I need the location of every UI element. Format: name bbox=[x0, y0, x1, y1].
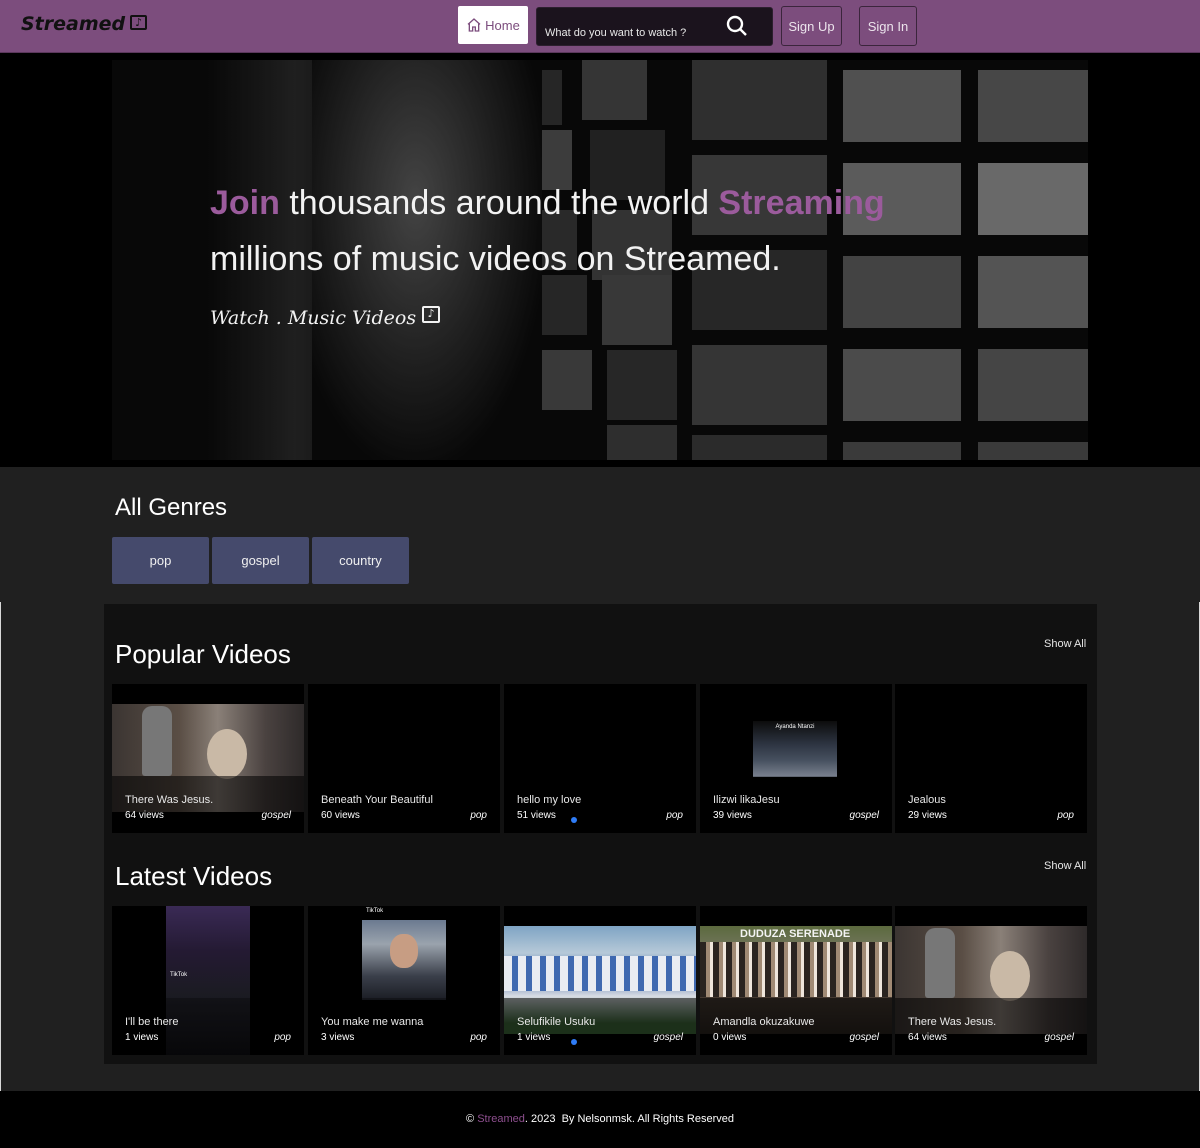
video-views: 1 views bbox=[517, 1032, 551, 1043]
video-card[interactable]: Jealous 29 views pop bbox=[895, 684, 1087, 833]
video-card[interactable]: There Was Jesus. 64 views gospel bbox=[895, 906, 1087, 1055]
search-box bbox=[536, 7, 773, 46]
video-card[interactable]: hello my love 51 views pop bbox=[504, 684, 696, 833]
loading-indicator-dot bbox=[571, 1039, 577, 1045]
search-input[interactable] bbox=[537, 8, 717, 45]
video-views: 60 views bbox=[321, 810, 360, 821]
video-card[interactable]: TikTok I'll be there 1 views pop bbox=[112, 906, 304, 1055]
video-views: 64 views bbox=[125, 810, 164, 821]
video-genre: gospel bbox=[653, 1032, 683, 1043]
music-note-box-icon: ♪ bbox=[130, 14, 148, 30]
video-title: I'll be there bbox=[125, 1016, 179, 1028]
footer-brand-link[interactable]: Streamed bbox=[477, 1113, 525, 1125]
hero-accent-streaming: Streaming bbox=[718, 184, 885, 222]
hero-headline-mid: thousands around the world bbox=[279, 184, 719, 222]
hero-accent-join: Join bbox=[210, 184, 280, 222]
video-genre: gospel bbox=[1044, 1032, 1074, 1043]
music-note-box-icon: ♪ bbox=[422, 305, 441, 323]
footer-copyright: © Streamed. 2023 By Nelsonmsk. All Right… bbox=[0, 1113, 1200, 1125]
video-card[interactable]: There Was Jesus. 64 views gospel bbox=[112, 684, 304, 833]
thumb-overlay-text: Ayanda Ntanzi bbox=[775, 724, 815, 730]
video-card[interactable]: TikTok You make me wanna 3 views pop bbox=[308, 906, 500, 1055]
video-title: Beneath Your Beautiful bbox=[321, 794, 433, 806]
copyright-symbol: © bbox=[466, 1113, 475, 1125]
hero-headline-line2: millions of music videos on Streamed. bbox=[210, 240, 781, 278]
video-title: You make me wanna bbox=[321, 1016, 424, 1028]
video-title: Ilizwi likaJesu bbox=[713, 794, 780, 806]
footer: © Streamed. 2023 By Nelsonmsk. All Right… bbox=[0, 1091, 1200, 1148]
video-views: 64 views bbox=[908, 1032, 947, 1043]
popular-show-all-link[interactable]: Show All bbox=[1044, 638, 1086, 650]
genre-button-gospel[interactable]: gospel bbox=[212, 537, 309, 584]
genres-title: All Genres bbox=[115, 494, 228, 521]
sign-up-button[interactable]: Sign Up bbox=[781, 6, 842, 46]
video-genre: gospel bbox=[849, 810, 879, 821]
video-card[interactable]: Selufikile Usuku 1 views gospel bbox=[504, 906, 696, 1055]
hero-tagline-text: Watch . Music Videos bbox=[210, 307, 417, 329]
video-views: 51 views bbox=[517, 810, 556, 821]
footer-rest: . 2023 By Nelsonmsk. All Rights Reserved bbox=[524, 1113, 734, 1125]
tiktok-watermark: TikTok bbox=[170, 972, 188, 978]
home-button[interactable]: Home bbox=[458, 6, 528, 44]
video-card[interactable]: Beneath Your Beautiful 60 views pop bbox=[308, 684, 500, 833]
latest-videos-title: Latest Videos bbox=[115, 861, 273, 891]
video-views: 39 views bbox=[713, 810, 752, 821]
video-title: There Was Jesus. bbox=[908, 1016, 997, 1028]
brand-name[interactable]: Streamed bbox=[21, 13, 125, 35]
video-title: Amandla okuzakuwe bbox=[713, 1016, 815, 1028]
video-title: hello my love bbox=[517, 794, 582, 806]
video-genre: pop bbox=[1057, 810, 1074, 821]
latest-show-all-link[interactable]: Show All bbox=[1044, 860, 1086, 872]
tiktok-watermark: TikTok bbox=[366, 908, 384, 914]
brand-logo[interactable]: Streamed ♪ bbox=[21, 13, 148, 35]
thumb-overlay-text: DUDUZA SERENADE bbox=[740, 928, 851, 940]
hero-headline-line1: Join thousands around the world Streamin… bbox=[210, 184, 885, 223]
video-genre: pop bbox=[470, 1032, 487, 1043]
video-genre: pop bbox=[274, 1032, 291, 1043]
sign-in-button[interactable]: Sign In bbox=[859, 6, 917, 46]
video-views: 1 views bbox=[125, 1032, 159, 1043]
home-button-label: Home bbox=[485, 17, 520, 33]
genre-button-pop[interactable]: pop bbox=[112, 537, 209, 584]
search-icon[interactable] bbox=[725, 14, 749, 38]
loading-indicator-dot bbox=[571, 817, 577, 823]
video-views: 29 views bbox=[908, 810, 947, 821]
video-card[interactable]: Ayanda Ntanzi Ilizwi likaJesu 39 views g… bbox=[700, 684, 892, 833]
video-title: There Was Jesus. bbox=[125, 794, 214, 806]
video-title: Selufikile Usuku bbox=[517, 1016, 596, 1028]
video-views: 0 views bbox=[713, 1032, 747, 1043]
home-icon bbox=[467, 18, 481, 32]
popular-videos-title: Popular Videos bbox=[115, 639, 291, 669]
video-genre: pop bbox=[470, 810, 487, 821]
navbar: Streamed ♪ Home Sign Up Sign In bbox=[0, 0, 1200, 53]
hero-tagline: Watch . Music Videos ♪ bbox=[210, 305, 441, 329]
genre-button-country[interactable]: country bbox=[312, 537, 409, 584]
video-card[interactable]: DUDUZA SERENADE Amandla okuzakuwe 0 view… bbox=[700, 906, 892, 1055]
video-genre: pop bbox=[666, 810, 683, 821]
video-genre: gospel bbox=[261, 810, 291, 821]
video-views: 3 views bbox=[321, 1032, 355, 1043]
video-genre: gospel bbox=[849, 1032, 879, 1043]
video-title: Jealous bbox=[908, 794, 946, 806]
